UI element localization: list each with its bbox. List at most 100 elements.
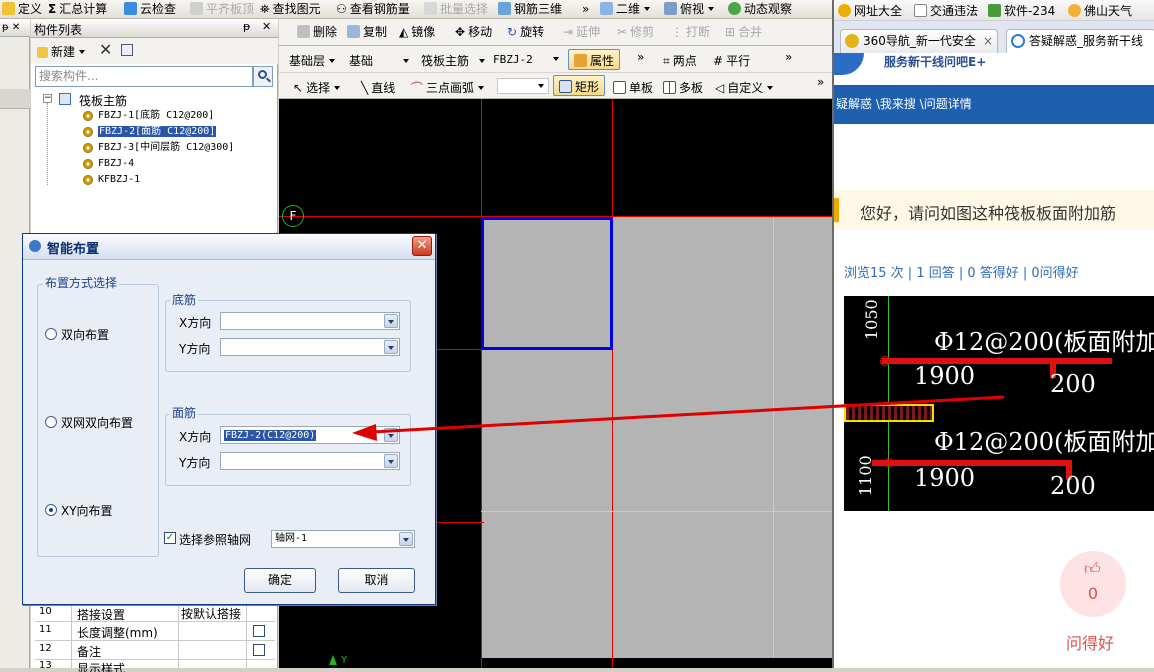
radio-xy[interactable] [45,504,57,516]
select-button[interactable]: ↖ 选择 [293,79,341,96]
break-button[interactable]: ⋮ 打断 [671,23,710,42]
extend-icon: ⇥ [563,25,574,39]
like-count: 0 [1087,584,1099,603]
copy-icon[interactable] [121,44,133,56]
cancel-button[interactable]: 取消 [338,568,415,593]
layer-toolbar: 基础层 基础 筏板主筋 FBZJ-2 属性 » ⌗ 两点 # 平行 » [279,46,832,73]
view-2d-dropdown[interactable]: 二维 [600,0,651,19]
toolbar-summary-calc[interactable]: Σ 汇总计算 [48,0,107,19]
row-value[interactable]: 按默认搭接 [178,605,241,621]
view-rebar-label: 查看钢筋量 [349,2,410,16]
row-checkbox[interactable] [253,625,265,637]
toolbar-rebar-3d[interactable]: 钢筋三维 [498,0,562,19]
bottom-x-select[interactable] [220,312,400,330]
toolbar-define[interactable]: 定义 [2,0,42,19]
merge-label: 合并 [738,25,763,39]
move-label: 移动 [468,25,493,39]
rect-label: 矩形 [575,80,600,94]
row-checkbox[interactable] [253,644,265,656]
new-component-button[interactable]: 新建 [37,43,86,60]
delete-button[interactable]: 删除 [297,23,337,42]
chevron-down-icon[interactable] [384,428,398,442]
toolbar-more[interactable]: » [817,75,824,89]
toolbar-cloud-check[interactable]: 云检查 [124,0,176,19]
multi-slab-button[interactable]: 多板 [663,79,703,96]
row-name: 显示样式 [77,662,126,672]
parallel-button[interactable]: # 平行 [713,52,750,69]
tree-item-fbzj-4[interactable]: FBZJ-4 [83,156,134,172]
question-image[interactable]: Φ12@200(板面附加) 1900 200 1050 Φ12@200(板面附加… [844,296,1154,511]
chevron-down-icon[interactable] [384,314,398,328]
chevron-down-icon[interactable] [384,340,398,354]
move-button[interactable]: ✥ 移动 [455,23,492,42]
layer-value: 基础层 [289,54,326,68]
merge-button[interactable]: ⊞ 合并 [725,23,762,42]
tree-item-fbzj-2[interactable]: FBZJ-2[面筋 C12@200] [83,124,217,140]
radio-double-net[interactable] [45,416,57,428]
tree-item-fbzj-1[interactable]: FBZJ-1[底筋 C12@200] [83,108,214,124]
single-slab-button[interactable]: 单板 [613,79,653,96]
cloud-check-label: 云检查 [140,2,177,16]
tree-item-kfbzj-1[interactable]: KFBZJ-1 [83,172,140,188]
toolbar-batch-select[interactable]: 批量选择 [424,0,488,19]
radio-bidirectional[interactable] [45,328,57,340]
tree-collapse-icon[interactable]: − [43,94,52,103]
close-icon[interactable]: ✕ [262,20,271,33]
chevron-down-icon[interactable] [384,454,398,468]
search-icon[interactable] [253,66,273,87]
tab-answer[interactable]: 答疑解惑_服务新干线 [1006,29,1154,53]
trim-button[interactable]: ✂ 修剪 [617,23,654,42]
toolbar-view-rebar[interactable]: ⚇ 查看钢筋量 [336,0,410,19]
two-points-button[interactable]: ⌗ 两点 [663,52,697,69]
delete-icon[interactable]: ✕ [99,40,112,59]
bookmark-item[interactable]: 软件-234 [988,2,1055,19]
property-button[interactable]: 属性 [568,49,621,70]
arc-button[interactable]: ⌒ 三点画弧 [411,79,485,96]
selected-region[interactable] [481,217,613,350]
component-search-input[interactable]: 搜索构件... [35,66,253,87]
toolbar-more[interactable]: » [637,50,644,64]
bookmark-item[interactable]: 交通违法 [914,2,978,19]
bookmark-item[interactable]: 佛山天气 [1068,2,1132,19]
dialog-close-button[interactable]: ✕ [412,236,432,256]
top-y-select[interactable] [220,452,400,470]
line-button[interactable]: ╲ 直线 [361,79,395,96]
top-view-dropdown[interactable]: 俯视 [664,0,715,19]
arc-param-select[interactable] [497,78,549,94]
type-select[interactable]: 筏板主筋 [421,52,486,69]
breadcrumb[interactable]: 疑解惑 \我来搜 \问题详情 [834,85,1154,124]
custom-button[interactable]: ◁ 自定义 [715,79,774,96]
dock-pin-icon[interactable]: ᵽ ✕ [0,19,30,37]
ok-button[interactable]: 确定 [244,568,316,593]
chevron-down-icon [708,7,715,11]
dynamic-view-button[interactable]: 动态观察 [728,0,792,19]
chevron-down-icon[interactable] [399,532,413,546]
question-box: 您好，请问如图这种筏板板面附加筋 [834,190,1154,230]
close-tab-icon[interactable]: × [983,30,993,52]
rect-button[interactable]: 矩形 [553,75,606,96]
toolbar-find-element[interactable]: ⛯ 查找图元 [260,0,321,19]
toolbar-more[interactable]: » [582,0,589,19]
bookmark-item[interactable]: 网址大全 [838,2,902,19]
site-logo-icon [834,53,864,75]
top-x-select[interactable]: FBZJ-2(C12@200) [220,426,400,444]
like-button[interactable]: 👍︎ 0 [1060,551,1126,617]
layer-select[interactable]: 基础层 [289,52,336,69]
rotate-button[interactable]: ↻ 旋转 [507,23,544,42]
check-icon[interactable]: ✓ [164,532,176,544]
tab-360-nav[interactable]: 360导航_新一代安全 × [840,29,998,53]
extend-button[interactable]: ⇥ 延伸 [563,23,600,42]
toolbar-flush-top[interactable]: 平齐板顶 [190,0,254,19]
row-number: 11 [39,624,52,635]
copy-button[interactable]: 复制 [347,23,387,42]
ref-axis-select[interactable]: 轴网-1 [271,530,415,548]
mirror-button[interactable]: ◭ 镜像 [399,23,435,42]
toolbar-more[interactable]: » [785,50,792,64]
name-select[interactable]: FBZJ-2 [493,53,559,66]
category-select[interactable]: 基础 [349,52,410,69]
bottom-y-select[interactable] [220,338,400,356]
tree-root-label[interactable]: 筏板主筋 [79,92,127,109]
tree-item-fbzj-3[interactable]: FBZJ-3[中间层筋 C12@300] [83,140,234,156]
pin-icon[interactable]: ᵽ [243,20,250,33]
dock-tab[interactable] [0,89,30,109]
